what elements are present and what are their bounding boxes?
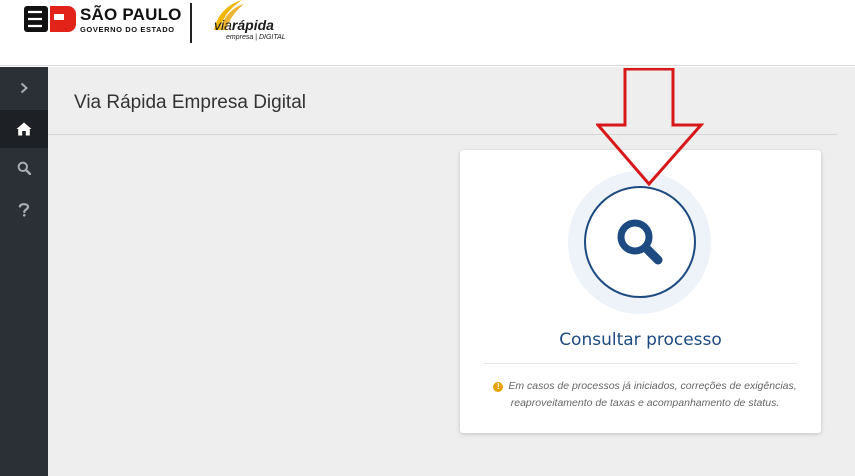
- logo-divider: [190, 3, 192, 43]
- sidebar-item-search[interactable]: [0, 149, 48, 187]
- card-divider: [484, 363, 797, 364]
- main-content: Via Rápida Empresa Digital Consultar pro…: [48, 67, 855, 476]
- viarapida-logo-text: viarápida: [214, 17, 274, 33]
- sidebar-item-help[interactable]: [0, 190, 48, 228]
- consultar-processo-icon-circle[interactable]: [584, 186, 696, 298]
- sp-logo-text: SÃO PAULO GOVERNO DO ESTADO: [80, 6, 182, 34]
- sidebar-item-home[interactable]: [0, 110, 48, 148]
- viarapida-logo-subtitle: empresa | DIGITAL: [226, 34, 286, 41]
- red-annotation-arrow-icon: [596, 68, 704, 186]
- sp-logo-icon: [24, 6, 76, 32]
- site-header: SÃO PAULO GOVERNO DO ESTADO viarápida em…: [0, 0, 855, 66]
- card-note-text: Em casos de processos já iniciados, corr…: [508, 380, 797, 409]
- card-note: ! Em casos de processos já iniciados, cor…: [480, 378, 810, 412]
- sidebar-toggle-button[interactable]: [0, 69, 48, 107]
- viarapida-word-bold: rápida: [231, 17, 274, 33]
- search-icon: [617, 219, 663, 265]
- sidebar: [0, 67, 48, 476]
- consultar-processo-title[interactable]: Consultar processo: [460, 330, 821, 350]
- search-icon: [17, 161, 31, 175]
- consultar-processo-card[interactable]: Consultar processo ! Em casos de processo…: [460, 150, 821, 433]
- title-divider: [48, 134, 838, 135]
- page-title: Via Rápida Empresa Digital: [74, 92, 306, 113]
- viarapida-word-plain: via: [214, 17, 232, 33]
- info-icon: !: [493, 382, 504, 392]
- sp-logo-title: SÃO PAULO: [80, 5, 182, 24]
- question-icon: [18, 202, 30, 217]
- home-icon: [16, 122, 32, 136]
- sp-logo-subtitle: GOVERNO DO ESTADO: [80, 25, 175, 34]
- chevron-right-icon: [20, 82, 28, 94]
